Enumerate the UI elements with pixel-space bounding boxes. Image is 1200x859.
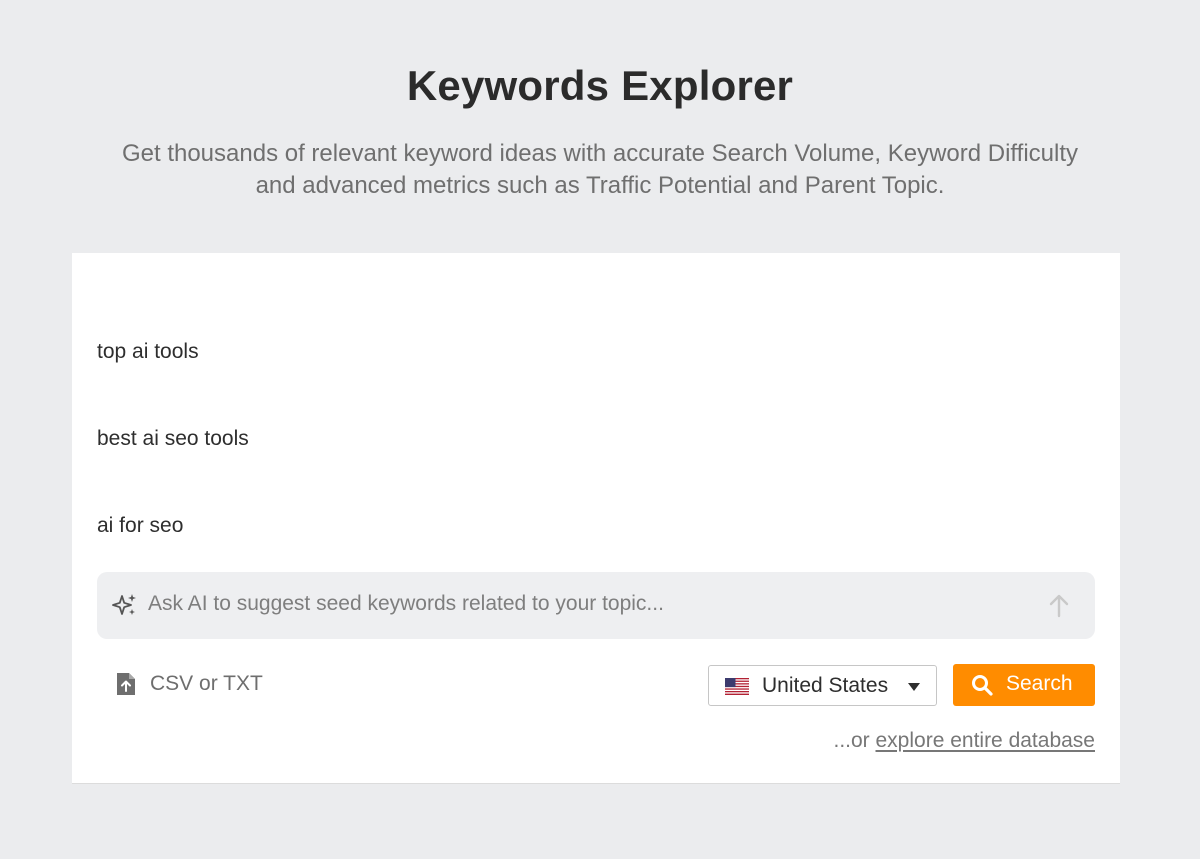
file-upload-icon — [117, 673, 135, 695]
country-select[interactable]: United States — [708, 665, 937, 706]
page-title: Keywords Explorer — [406, 62, 794, 109]
search-card: top ai tools best ai seo tools ai for se… — [72, 253, 1120, 784]
upload-label: CSV or TXT — [150, 672, 263, 695]
arrow-up-icon[interactable] — [1045, 592, 1073, 620]
keywords-textarea[interactable]: top ai tools best ai seo tools ai for se… — [97, 279, 1087, 559]
search-button[interactable]: Search — [953, 664, 1095, 706]
ai-prompt-placeholder: Ask AI to suggest seed keywords related … — [148, 592, 664, 615]
sparkle-icon — [112, 594, 136, 615]
search-button-label: Search — [1006, 672, 1073, 695]
keyword-line: best ai seo tools — [97, 427, 249, 450]
explore-database: ...or explore entire database — [833, 729, 1095, 753]
keyword-line: top ai tools — [97, 340, 199, 363]
upload-file-button[interactable]: CSV or TXT — [115, 669, 263, 699]
ai-prompt-input[interactable]: Ask AI to suggest seed keywords related … — [97, 572, 1095, 639]
explore-prefix: ...or — [833, 729, 876, 752]
country-select-value: United States — [762, 674, 889, 697]
search-icon — [972, 675, 993, 696]
keyword-line: ai for seo — [97, 514, 184, 537]
chevron-down-icon — [908, 683, 920, 691]
page-subtitle: Get thousands of relevant keyword ideas … — [121, 140, 1079, 199]
us-flag-icon — [725, 678, 749, 695]
explore-database-link[interactable]: explore entire database — [876, 729, 1096, 752]
